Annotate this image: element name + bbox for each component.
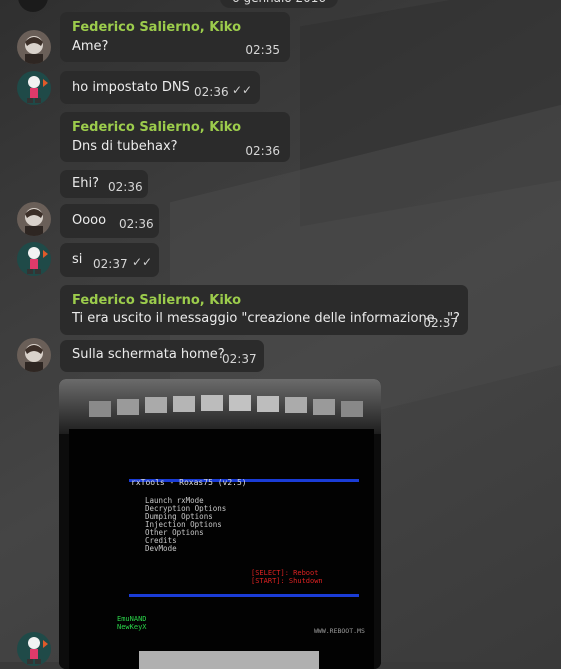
message-text: Ti era uscito il messaggio "creazione de…	[72, 311, 460, 326]
message-time: 02:37	[423, 316, 458, 330]
date-separator: 6 gennaio 2016	[220, 0, 339, 8]
message-text: Ehi?	[72, 176, 99, 191]
photo-url: WWW.REBOOT.MS	[314, 627, 365, 635]
message-time: 02:37	[93, 257, 128, 271]
read-check-icon: ✓✓	[232, 83, 253, 97]
message-bubble[interactable]: Federico Salierno, Kiko Dns di tubehax? …	[60, 112, 290, 162]
sender-name[interactable]: Federico Salierno, Kiko	[72, 120, 241, 135]
photo-select-line: [SELECT]: Reboot	[251, 569, 318, 577]
avatar-federico[interactable]	[17, 338, 51, 372]
photo-logo-line: NewKeyX	[117, 623, 147, 631]
sender-name[interactable]: Federico Salierno, Kiko	[72, 293, 241, 308]
avatar-me[interactable]	[17, 71, 51, 105]
photo-message[interactable]: rxTools - Roxas75 (v2.5) Launch rxMode D…	[59, 379, 381, 669]
message-time: 02:35	[245, 43, 280, 57]
message-time: 02:36	[245, 144, 280, 158]
sender-name[interactable]: Federico Salierno, Kiko	[72, 20, 241, 35]
photo-menu-item: DevMode	[145, 544, 177, 553]
read-check-icon: ✓✓	[132, 255, 153, 269]
message-bubble[interactable]: ho impostato DNS 02:36 ✓✓	[60, 71, 260, 104]
message-bubble[interactable]: Oooo 02:36	[60, 204, 159, 238]
message-bubble[interactable]: Ehi? 02:36	[60, 170, 148, 198]
avatar-me[interactable]	[17, 242, 51, 276]
message-time: 02:36	[108, 180, 143, 194]
message-bubble[interactable]: Federico Salierno, Kiko Ti era uscito il…	[60, 285, 468, 335]
message-bubble[interactable]: Sulla schermata home? 02:37	[60, 340, 264, 372]
message-text: si	[72, 252, 83, 267]
message-time: 02:36	[119, 217, 154, 231]
message-text: Ame?	[72, 39, 109, 54]
message-text: ho impostato DNS	[72, 80, 190, 95]
message-time: 02:36	[194, 85, 229, 99]
message-text: Sulla schermata home?	[72, 347, 225, 362]
message-bubble[interactable]: si 02:37 ✓✓	[60, 243, 159, 277]
photo-logo-line: EmuNAND	[117, 615, 147, 623]
photo-image[interactable]: rxTools - Roxas75 (v2.5) Launch rxMode D…	[59, 379, 381, 669]
message-bubble[interactable]: Federico Salierno, Kiko Ame? 02:35	[60, 12, 290, 62]
message-time: 02:37	[222, 352, 257, 366]
message-text: Dns di tubehax?	[72, 139, 178, 154]
avatar-federico[interactable]	[17, 202, 51, 236]
photo-start-line: [START]: Shutdown	[251, 577, 323, 585]
avatar-federico[interactable]	[17, 30, 51, 64]
avatar-me[interactable]	[17, 632, 51, 666]
message-text: Oooo	[72, 213, 107, 228]
photo-title: rxTools - Roxas75 (v2.5)	[131, 478, 247, 487]
